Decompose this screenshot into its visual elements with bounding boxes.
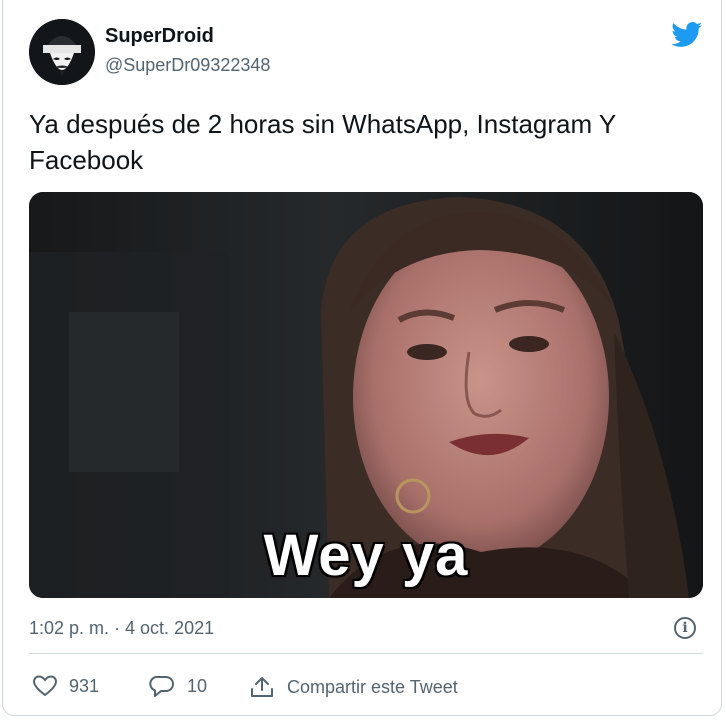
meme-caption: Wey ya (263, 523, 469, 588)
divider (29, 653, 703, 654)
tweet-text: Ya después de 2 horas sin WhatsApp, Inst… (29, 109, 616, 175)
tweet-timestamp[interactable]: 1:02 p. m. · 4 oct. 2021 (29, 618, 214, 639)
avatar[interactable] (29, 19, 95, 85)
avatar-mask-icon (29, 19, 95, 85)
reply-button[interactable]: 10 (149, 675, 207, 697)
info-icon[interactable]: i (674, 617, 696, 639)
user-handle[interactable]: @SuperDr09322348 (105, 55, 270, 76)
twitter-bird-icon[interactable] (671, 22, 703, 48)
like-count: 931 (69, 675, 100, 696)
tweet-media-image[interactable]: Wey ya (29, 192, 703, 598)
share-button[interactable]: Compartir este Tweet (249, 675, 458, 699)
share-label: Compartir este Tweet (287, 676, 458, 697)
heart-icon (33, 675, 57, 697)
display-name[interactable]: SuperDroid (105, 25, 214, 48)
tweet-card: SuperDroid @SuperDr09322348 Ya después d… (2, 0, 722, 716)
share-icon (251, 677, 273, 697)
like-button[interactable]: 931 (33, 675, 99, 697)
reply-bubble-icon (149, 676, 174, 697)
reply-count: 10 (187, 675, 208, 696)
